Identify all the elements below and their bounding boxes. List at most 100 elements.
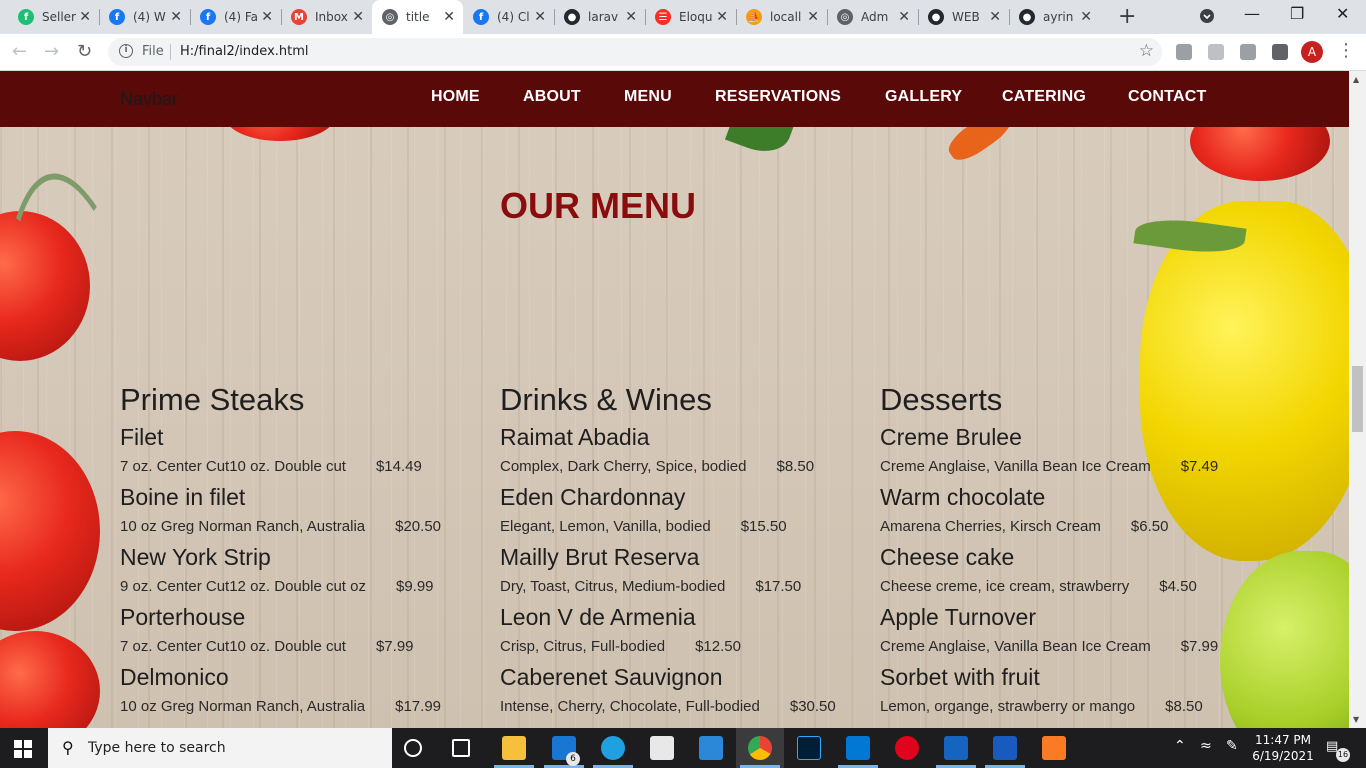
browser-tab[interactable]: f Seller ✕ xyxy=(8,0,99,34)
tab-title: title xyxy=(406,10,430,24)
tab-close-icon[interactable]: ✕ xyxy=(625,9,637,25)
menu-item-name: Leon V de Armenia xyxy=(500,604,696,630)
sticky-icon[interactable] xyxy=(699,736,723,760)
tab-close-icon[interactable]: ✕ xyxy=(261,9,273,25)
scroll-up-arrow-icon[interactable]: ▲ xyxy=(1353,75,1359,84)
menu-item-name: New York Strip xyxy=(120,544,271,570)
menu-item-description: Elegant, Lemon, Vanilla, bodied xyxy=(500,518,711,535)
menu-item: Mailly Brut Reserva Dry, Toast, Citrus, M… xyxy=(500,541,870,601)
scroll-down-arrow-icon[interactable]: ▼ xyxy=(1353,715,1359,724)
menu-column: Desserts Creme Brulee Creme Anglaise, Vani… xyxy=(880,379,1250,721)
browser-tab[interactable]: ● ayrin ✕ xyxy=(1009,0,1100,34)
url-text[interactable]: H:/final2/index.html xyxy=(180,44,309,59)
menu-item-price: $6.50 xyxy=(1130,518,1169,535)
pen-icon[interactable]: ✎ xyxy=(1226,738,1238,754)
taskbar-search[interactable]: ⚲ Type here to search xyxy=(48,728,392,768)
menu-item-price: $4.50 xyxy=(1159,578,1197,595)
photoshop-icon[interactable] xyxy=(797,736,821,760)
store-icon[interactable] xyxy=(650,736,674,760)
menu-item-details: Lemon, organge, strawberry or mango $8.50 xyxy=(880,693,1250,721)
site-info-icon[interactable]: i xyxy=(119,44,133,58)
browser-tab[interactable]: f (4) Cl ✕ xyxy=(463,0,554,34)
windows-start-icon[interactable] xyxy=(14,740,32,758)
github-icon: ● xyxy=(928,9,944,25)
tab-close-icon[interactable]: ✕ xyxy=(170,9,182,25)
menu-category-title: Desserts xyxy=(880,382,1003,417)
edge-icon[interactable] xyxy=(601,736,625,760)
pdf-extension-icon[interactable] xyxy=(1176,44,1192,60)
nav-link-about[interactable]: ABOUT xyxy=(523,88,581,106)
nav-link-gallery[interactable]: GALLERY xyxy=(885,88,962,106)
nav-link-home[interactable]: HOME xyxy=(431,88,480,106)
scheme-label: File xyxy=(142,44,164,59)
nav-link-catering[interactable]: CATERING xyxy=(1002,88,1086,106)
bookmark-star-icon[interactable]: ☆ xyxy=(1139,41,1154,61)
network-icon[interactable]: ≈ xyxy=(1200,738,1212,754)
tab-title: WEB xyxy=(952,10,980,24)
browser-tab[interactable]: ⛵ locall ✕ xyxy=(736,0,827,34)
menu-item: Apple Turnover Creme Anglaise, Vanilla Be… xyxy=(880,601,1250,661)
puzzle-extensions-icon[interactable] xyxy=(1272,44,1288,60)
tab-close-icon[interactable]: ✕ xyxy=(898,9,910,25)
menu-item-price: $20.50 xyxy=(395,518,442,535)
profile-avatar[interactable]: A xyxy=(1301,41,1323,63)
tab-close-icon[interactable]: ✕ xyxy=(716,9,728,25)
browser-tab[interactable]: ◎ Adm ✕ xyxy=(827,0,918,34)
xampp-icon[interactable] xyxy=(1042,736,1066,760)
menu-column: Drinks & Wines Raimat Abadia Complex, Dark… xyxy=(500,379,870,721)
browser-tab[interactable]: ◎ title ✕ xyxy=(372,0,463,34)
navbar-brand[interactable]: Navbar xyxy=(120,89,178,110)
forward-icon[interactable]: → xyxy=(44,41,59,62)
tab-close-icon[interactable]: ✕ xyxy=(352,9,364,25)
tab-close-icon[interactable]: ✕ xyxy=(807,9,819,25)
tab-close-icon[interactable]: ✕ xyxy=(79,9,91,25)
menu-item-details: 7 oz. Center Cut10 oz. Double cut $14.49 xyxy=(120,453,490,481)
menu-item-description: Lemon, organge, strawberry or mango xyxy=(880,698,1136,715)
tab-close-icon[interactable]: ✕ xyxy=(1080,9,1092,25)
word-icon[interactable] xyxy=(993,736,1017,760)
address-bar[interactable]: i File H:/final2/index.html ☆ xyxy=(108,38,1162,66)
page-scrollbar[interactable]: ▲ ▼ xyxy=(1349,71,1366,728)
menu-item: Cheese cake Cheese creme, ice cream, stra… xyxy=(880,541,1250,601)
browser-tab[interactable]: ☰ Eloqu ✕ xyxy=(645,0,736,34)
tab-close-icon[interactable]: ✕ xyxy=(443,9,455,25)
task-view-icon[interactable] xyxy=(452,739,470,757)
browser-tab[interactable]: ● larav ✕ xyxy=(554,0,645,34)
browser-menu-icon[interactable]: ⋮ xyxy=(1337,40,1355,61)
browser-tab[interactable]: ● WEB ✕ xyxy=(918,0,1009,34)
extension-icon[interactable] xyxy=(1208,44,1224,60)
nav-link-menu[interactable]: MENU xyxy=(624,88,672,106)
minimize-icon[interactable]: — xyxy=(1244,4,1260,23)
nav-link-contact[interactable]: CONTACT xyxy=(1128,88,1206,106)
vscode-icon[interactable] xyxy=(846,736,870,760)
browser-tab[interactable]: f (4) Fa ✕ xyxy=(190,0,281,34)
cortana-icon[interactable] xyxy=(404,739,422,757)
back-icon[interactable]: ← xyxy=(12,41,27,62)
menu-item-details: 9 oz. Center Cut12 oz. Double cut oz $9.9… xyxy=(120,573,490,601)
menu-item: Porterhouse 7 oz. Center Cut10 oz. Double… xyxy=(120,601,490,661)
video-icon[interactable] xyxy=(944,736,968,760)
camera-extension-icon[interactable] xyxy=(1240,44,1256,60)
tray-overflow-icon[interactable]: ⌃ xyxy=(1174,738,1186,754)
browser-tab[interactable]: M Inbox ✕ xyxy=(281,0,372,34)
browser-tab[interactable]: f (4) W ✕ xyxy=(99,0,190,34)
tab-close-icon[interactable]: ✕ xyxy=(989,9,1001,25)
taskbar-search-placeholder: Type here to search xyxy=(88,740,226,756)
menu-item-name: Boine in filet xyxy=(120,484,246,510)
menu-item-details: Amarena Cherries, Kirsch Cream $6.50 xyxy=(880,513,1250,541)
restore-icon[interactable]: ❐ xyxy=(1290,4,1304,23)
opera-icon[interactable] xyxy=(895,736,919,760)
nav-link-reservations[interactable]: RESERVATIONS xyxy=(715,88,841,106)
reload-icon[interactable]: ↻ xyxy=(77,41,92,62)
new-tab-button[interactable]: + xyxy=(1118,4,1136,29)
menu-item: Raimat Abadia Complex, Dark Cherry, Spice… xyxy=(500,421,870,481)
tab-close-icon[interactable]: ✕ xyxy=(534,9,546,25)
taskbar-clock[interactable]: 11:47 PM 6/19/2021 xyxy=(1252,732,1314,764)
tab-search-icon[interactable] xyxy=(1200,8,1214,27)
file-explorer-icon[interactable] xyxy=(502,736,526,760)
scrollbar-thumb[interactable] xyxy=(1352,366,1363,432)
menu-item: Creme Brulee Creme Anglaise, Vanilla Bean… xyxy=(880,421,1250,481)
chrome-icon[interactable] xyxy=(748,736,772,760)
globe-icon: ◎ xyxy=(837,9,853,25)
close-window-icon[interactable]: ✕ xyxy=(1336,4,1349,23)
